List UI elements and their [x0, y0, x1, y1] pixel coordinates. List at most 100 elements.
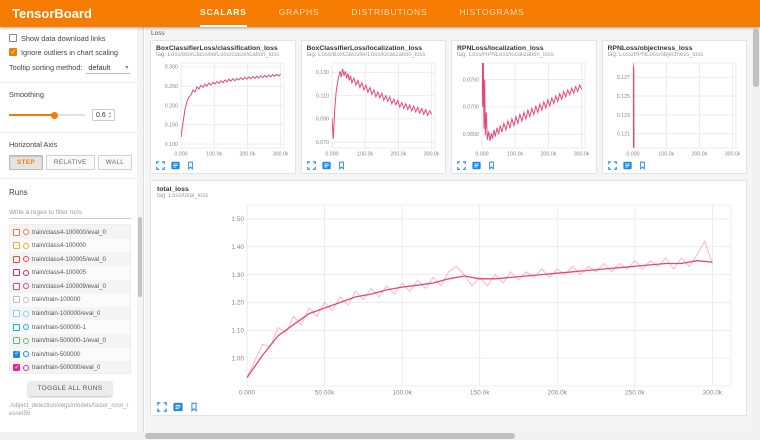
- scalar-line-chart[interactable]: 0.1000.1500.2000.2500.3000.000100.0k200.…: [156, 59, 288, 159]
- run-row[interactable]: train/train-500000-1/eval_0: [10, 334, 130, 348]
- svg-text:0.130: 0.130: [315, 70, 328, 76]
- run-selector-icon[interactable]: [171, 161, 180, 170]
- spinner-arrows-icon[interactable]: ▴▾: [109, 111, 111, 119]
- checkbox-icon[interactable]: [9, 48, 17, 56]
- runs-filter-input[interactable]: [9, 207, 131, 219]
- total-loss-card: total_loss tag: Loss/total_loss 1.001.10…: [150, 180, 747, 416]
- svg-text:0.0750: 0.0750: [463, 77, 479, 83]
- smoothing-value-input[interactable]: 0.6 ▴▾: [92, 109, 115, 121]
- run-selector-icon[interactable]: [322, 161, 331, 170]
- run-row[interactable]: train/class4-100000: [10, 239, 130, 253]
- axis-relative-button[interactable]: RELATIVE: [46, 155, 95, 170]
- show-download-links-checkbox[interactable]: Show data download links: [9, 34, 131, 43]
- run-row[interactable]: train/train-100000: [10, 293, 130, 307]
- svg-text:300.0k: 300.0k: [724, 151, 739, 157]
- expand-chart-icon[interactable]: [157, 402, 167, 412]
- vertical-scrollbar[interactable]: [752, 27, 760, 432]
- run-isolate-icon[interactable]: [23, 229, 29, 235]
- run-isolate-icon[interactable]: [23, 311, 29, 317]
- sidebar-scrollbar[interactable]: [137, 27, 143, 432]
- pin-chart-icon[interactable]: [189, 402, 199, 412]
- run-row[interactable]: train/class4-100000/eval_0: [10, 225, 130, 239]
- svg-text:300.0k: 300.0k: [423, 151, 438, 157]
- run-checkbox-icon[interactable]: [13, 283, 20, 290]
- ignore-outliers-checkbox[interactable]: Ignore outliers in chart scaling: [9, 48, 131, 57]
- run-isolate-icon[interactable]: [23, 256, 29, 262]
- run-checkbox-icon[interactable]: [13, 296, 20, 303]
- expand-chart-icon[interactable]: [307, 161, 316, 170]
- pin-chart-icon[interactable]: [337, 161, 346, 170]
- run-row[interactable]: train/class4-100009/eval_0: [10, 280, 130, 294]
- run-checkbox-icon[interactable]: [13, 351, 20, 358]
- svg-text:0.100: 0.100: [165, 142, 178, 148]
- smoothing-slider[interactable]: [9, 114, 85, 116]
- run-checkbox-icon[interactable]: [13, 324, 20, 331]
- run-isolate-icon[interactable]: [23, 324, 29, 330]
- tab-graphs[interactable]: GRAPHS: [279, 0, 320, 27]
- chart-toolbar: [457, 159, 591, 172]
- checkbox-icon[interactable]: [9, 34, 17, 42]
- run-isolate-icon[interactable]: [23, 243, 29, 249]
- svg-text:1.00: 1.00: [231, 355, 244, 362]
- run-isolate-icon[interactable]: [23, 365, 29, 371]
- app-header: TensorBoard SCALARSGRAPHSDISTRIBUTIONSHI…: [0, 0, 760, 27]
- horizontal-axis-label: Horizontal Axis: [9, 140, 131, 149]
- horizontal-scrollbar-thumb[interactable]: [145, 433, 515, 439]
- run-row[interactable]: train/train-100000/eval_0: [10, 307, 130, 321]
- tooltip-sorting-select[interactable]: default ▾: [86, 62, 130, 74]
- run-row[interactable]: train/class4-100005/eval_0: [10, 252, 130, 266]
- run-name: train/train-100000: [32, 296, 81, 303]
- run-checkbox-icon[interactable]: [13, 229, 20, 236]
- expand-chart-icon[interactable]: [457, 161, 466, 170]
- run-checkbox-icon[interactable]: [13, 269, 20, 276]
- scalar-line-chart[interactable]: 0.1210.1230.1250.1270.000100.0k200.0k300…: [608, 59, 740, 159]
- run-selector-icon[interactable]: [173, 402, 183, 412]
- run-checkbox-icon[interactable]: [13, 364, 20, 371]
- run-checkbox-icon[interactable]: [13, 310, 20, 317]
- horizontal-scrollbar[interactable]: [0, 432, 760, 440]
- tab-scalars[interactable]: SCALARS: [200, 0, 247, 27]
- pin-chart-icon[interactable]: [186, 161, 195, 170]
- svg-text:1.50: 1.50: [231, 216, 244, 223]
- scalar-chart-card: BoxClassifierLoss/classification_loss ta…: [150, 40, 296, 174]
- run-selector-icon[interactable]: [472, 161, 481, 170]
- run-row[interactable]: train/train-500000: [10, 348, 130, 362]
- vertical-scrollbar-thumb[interactable]: [753, 29, 759, 87]
- run-row[interactable]: train/train-500000-1: [10, 320, 130, 334]
- nav-tabs: SCALARS GRAPHS DISTRIBUTIONS HISTOGRAMS: [200, 0, 524, 27]
- tab-distributions[interactable]: DISTRIBUTIONS: [351, 0, 427, 27]
- axis-wall-button[interactable]: WALL: [98, 155, 132, 170]
- tab-histograms[interactable]: HISTOGRAMS: [459, 0, 524, 27]
- run-checkbox-icon[interactable]: [13, 256, 20, 263]
- pin-chart-icon[interactable]: [487, 161, 496, 170]
- svg-text:1.10: 1.10: [231, 328, 244, 335]
- svg-text:300.0k: 300.0k: [574, 151, 589, 157]
- scalar-line-chart[interactable]: 0.06500.07000.07500.000100.0k200.0k300.0…: [457, 59, 589, 159]
- run-checkbox-icon[interactable]: [13, 242, 20, 249]
- sidebar-scrollbar-thumb[interactable]: [138, 217, 142, 297]
- run-isolate-icon[interactable]: [23, 351, 29, 357]
- run-name: train/train-500000/eval_0: [32, 364, 100, 371]
- slider-knob-icon[interactable]: [51, 112, 58, 119]
- run-isolate-icon[interactable]: [23, 270, 29, 276]
- run-checkbox-icon[interactable]: [13, 337, 20, 344]
- axis-step-button[interactable]: STEP: [9, 155, 43, 170]
- run-isolate-icon[interactable]: [23, 297, 29, 303]
- tag-group-label: Loss: [145, 27, 752, 40]
- svg-text:100.0k: 100.0k: [357, 151, 373, 157]
- expand-chart-icon[interactable]: [608, 161, 617, 170]
- run-isolate-icon[interactable]: [23, 283, 29, 289]
- svg-text:1.20: 1.20: [231, 300, 244, 307]
- total-loss-chart[interactable]: 1.001.101.201.301.401.500.00050.00k100.0…: [157, 200, 741, 400]
- run-row[interactable]: train/class4-100005: [10, 266, 130, 280]
- toggle-all-runs-button[interactable]: TOGGLE ALL RUNS: [28, 381, 113, 396]
- run-row[interactable]: train/train-500000/eval_0: [10, 361, 130, 374]
- expand-chart-icon[interactable]: [156, 161, 165, 170]
- chart-tag: tag: Loss/RPNLoss/objectness_loss: [608, 52, 742, 58]
- run-isolate-icon[interactable]: [23, 338, 29, 344]
- run-selector-icon[interactable]: [623, 161, 632, 170]
- run-name: train/class4-100005/eval_0: [32, 256, 106, 263]
- scalar-line-chart[interactable]: 0.0700.0900.1100.1300.000100.0k200.0k300…: [307, 59, 439, 159]
- svg-text:0.000: 0.000: [626, 151, 639, 157]
- pin-chart-icon[interactable]: [638, 161, 647, 170]
